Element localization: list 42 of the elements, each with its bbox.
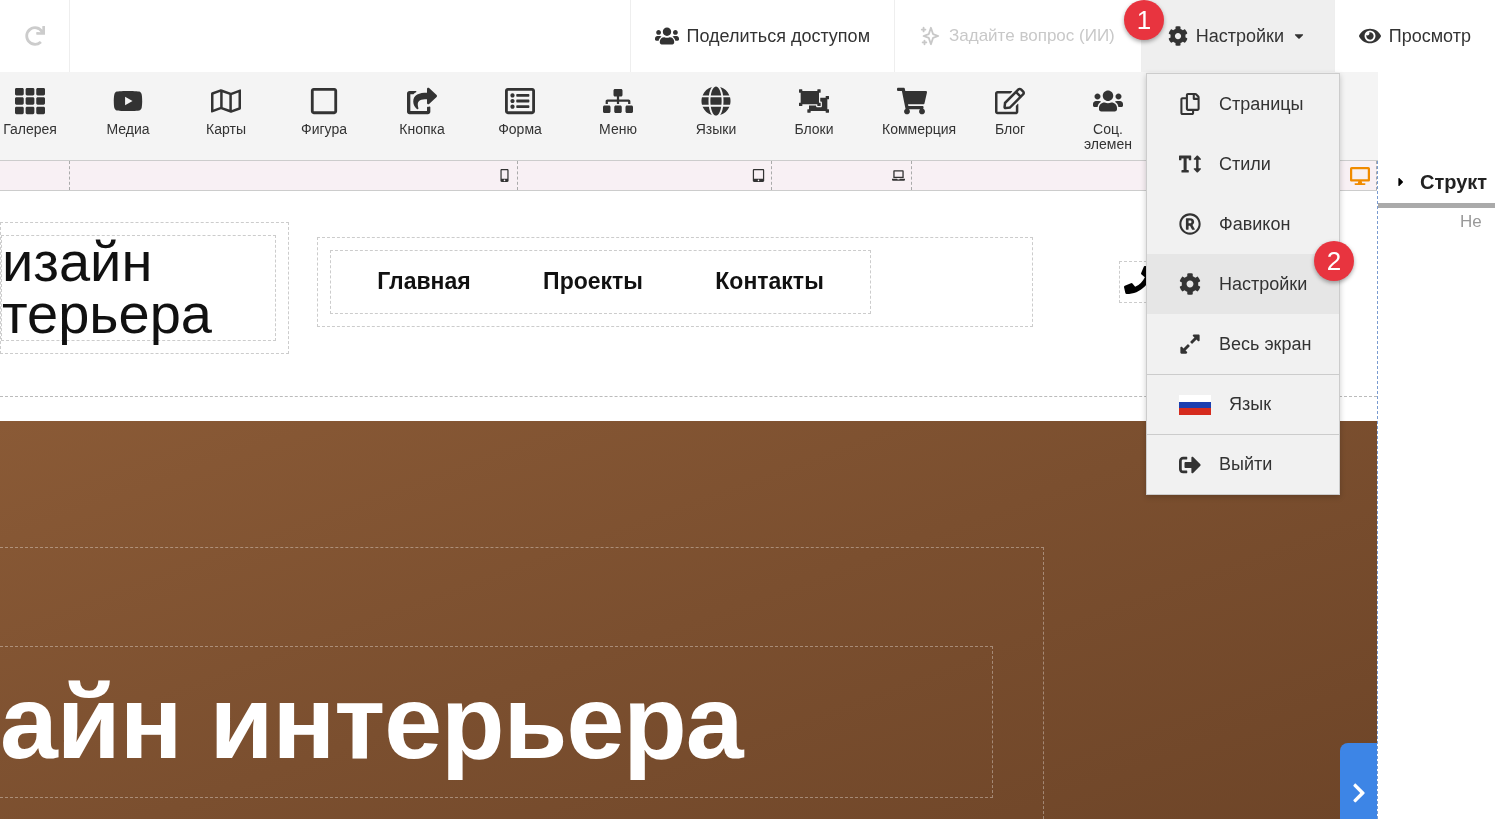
toolbar-button[interactable]: Карты: [177, 72, 275, 160]
expand-icon: [1179, 333, 1201, 355]
toolbar-button[interactable]: Форма: [471, 72, 569, 160]
laptop-icon[interactable]: [892, 169, 906, 182]
menu-item[interactable]: Весь экран: [1147, 314, 1339, 374]
toolbar-button[interactable]: Медиа: [79, 72, 177, 160]
panel-note: Не: [1459, 211, 1483, 232]
grid-icon: [15, 86, 45, 116]
pages-icon: [1179, 93, 1201, 115]
toolbar-button[interactable]: Меню: [569, 72, 667, 160]
hero-title: айн интерьера: [0, 662, 743, 782]
toolbar-button[interactable]: Галерея: [0, 72, 79, 160]
registered-icon: [1179, 213, 1201, 235]
list-icon: [505, 86, 535, 116]
sparkles-icon: [919, 25, 941, 47]
settings-icon: [1167, 26, 1188, 46]
edit-icon: [995, 86, 1025, 116]
menu-item[interactable]: Язык: [1147, 374, 1339, 434]
globe-icon: [701, 86, 731, 116]
menu-item[interactable]: Выйти: [1147, 434, 1339, 494]
phone-icon[interactable]: [497, 169, 511, 182]
panel-toggle-button[interactable]: [1340, 743, 1377, 819]
toolbar-button[interactable]: Коммерция: [863, 72, 961, 160]
toolbar-button[interactable]: Блог: [961, 72, 1059, 160]
settings-icon: [1179, 273, 1201, 295]
toolbar-button[interactable]: Блоки: [765, 72, 863, 160]
nav-link[interactable]: Проекты: [543, 268, 643, 295]
nav-link[interactable]: Главная: [377, 268, 471, 295]
nav-link[interactable]: Контакты: [715, 268, 824, 295]
toolbar-button[interactable]: Фигура: [275, 72, 373, 160]
toolbar-button[interactable]: Кнопка: [373, 72, 471, 160]
tablet-icon[interactable]: [752, 169, 766, 182]
map-icon: [211, 86, 241, 116]
share-icon: [407, 86, 437, 116]
blocks-icon: [799, 86, 829, 116]
text-size-icon: [1179, 153, 1201, 175]
panel-title: Структ: [1420, 170, 1488, 194]
step-badge: 2: [1314, 241, 1354, 281]
flag-icon: [1179, 394, 1211, 415]
toolbar-button[interactable]: Языки: [667, 72, 765, 160]
sitemap-icon: [603, 86, 633, 116]
cart-icon: [897, 86, 927, 116]
